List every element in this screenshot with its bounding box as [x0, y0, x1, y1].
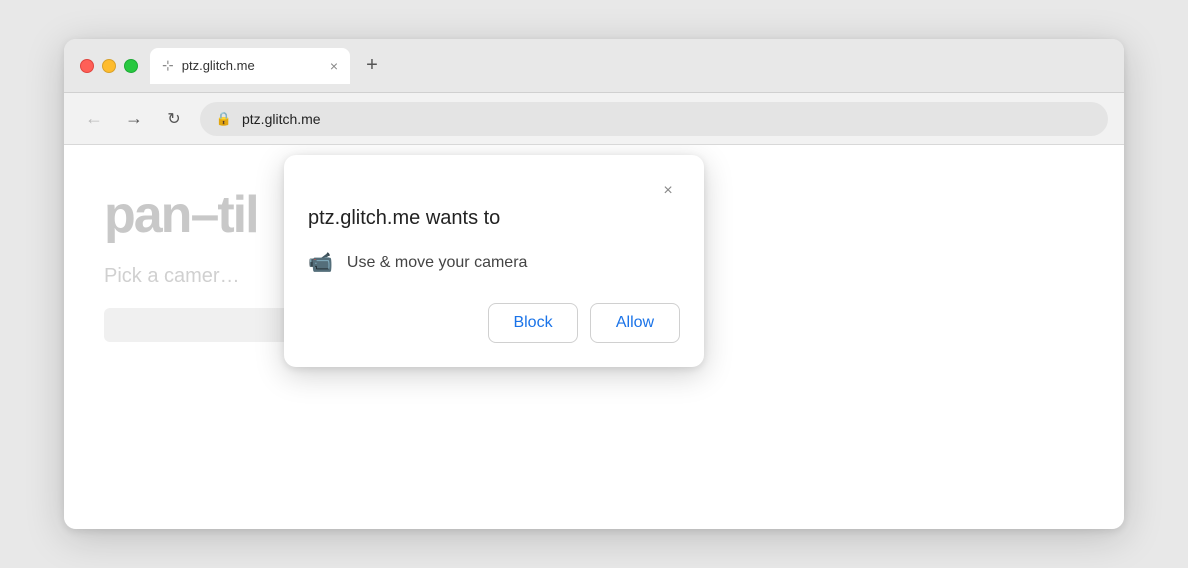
tab-title: ptz.glitch.me — [182, 58, 322, 73]
permission-dialog: × ptz.glitch.me wants to 📹 Use & move yo… — [284, 155, 704, 367]
address-bar[interactable]: 🔒 ptz.glitch.me — [200, 102, 1108, 136]
close-traffic-light[interactable] — [80, 59, 94, 73]
tab-bar: ⊹ ptz.glitch.me × + — [150, 48, 1108, 84]
tab-close-button[interactable]: × — [330, 59, 338, 73]
reload-button[interactable]: ↻ — [160, 105, 188, 133]
forward-button[interactable]: → — [120, 105, 148, 133]
tab-drag-icon: ⊹ — [162, 57, 174, 74]
dialog-buttons: Block Allow — [308, 303, 680, 343]
page-background-text: pan–til Pick a camer… — [104, 185, 304, 342]
browser-window: ⊹ ptz.glitch.me × + ← → ↻ 🔒 ptz.glitch.m… — [64, 39, 1124, 529]
camera-icon: 📹 — [308, 250, 333, 275]
minimize-traffic-light[interactable] — [102, 59, 116, 73]
dialog-title: ptz.glitch.me wants to — [308, 207, 680, 230]
block-button[interactable]: Block — [488, 303, 578, 343]
lock-icon: 🔒 — [216, 111, 232, 127]
title-bar: ⊹ ptz.glitch.me × + — [64, 39, 1124, 93]
dialog-close-row: × — [308, 179, 680, 203]
browser-tab[interactable]: ⊹ ptz.glitch.me × — [150, 48, 350, 84]
toolbar: ← → ↻ 🔒 ptz.glitch.me — [64, 93, 1124, 145]
dialog-permission-row: 📹 Use & move your camera — [308, 250, 680, 275]
url-text: ptz.glitch.me — [242, 111, 321, 127]
page-content: pan–til Pick a camer… × ptz.glitch.me wa… — [64, 145, 1124, 529]
permission-text: Use & move your camera — [347, 254, 528, 272]
page-subtext: Pick a camer… — [104, 265, 304, 288]
page-input-mock — [104, 308, 304, 342]
dialog-close-button[interactable]: × — [656, 179, 680, 203]
maximize-traffic-light[interactable] — [124, 59, 138, 73]
back-button[interactable]: ← — [80, 105, 108, 133]
traffic-lights — [80, 59, 138, 73]
lock-icon-wrapper: 🔒 — [214, 109, 234, 129]
page-heading: pan–til — [104, 185, 304, 245]
allow-button[interactable]: Allow — [590, 303, 680, 343]
new-tab-button[interactable]: + — [358, 52, 386, 80]
